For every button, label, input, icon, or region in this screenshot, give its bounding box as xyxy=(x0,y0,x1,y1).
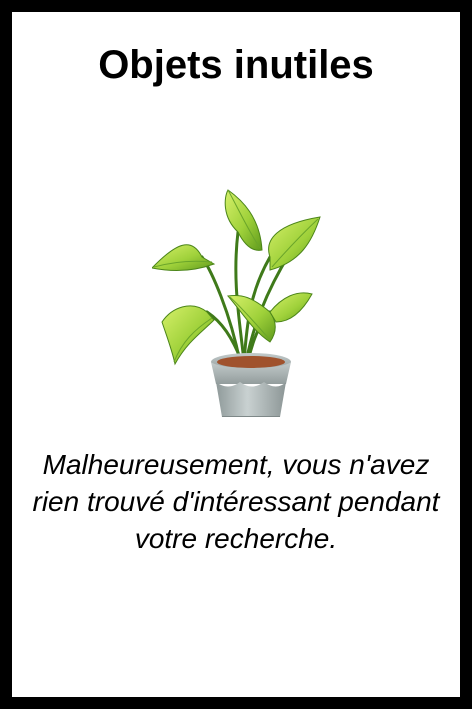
item-card: Objets inutiles Malheureusement, vous n'… xyxy=(12,12,460,697)
potted-plant-icon xyxy=(151,172,322,418)
card-message: Malheureusement, vous n'avez rien trouvé… xyxy=(32,449,440,554)
card-title: Objets inutiles xyxy=(98,43,374,87)
